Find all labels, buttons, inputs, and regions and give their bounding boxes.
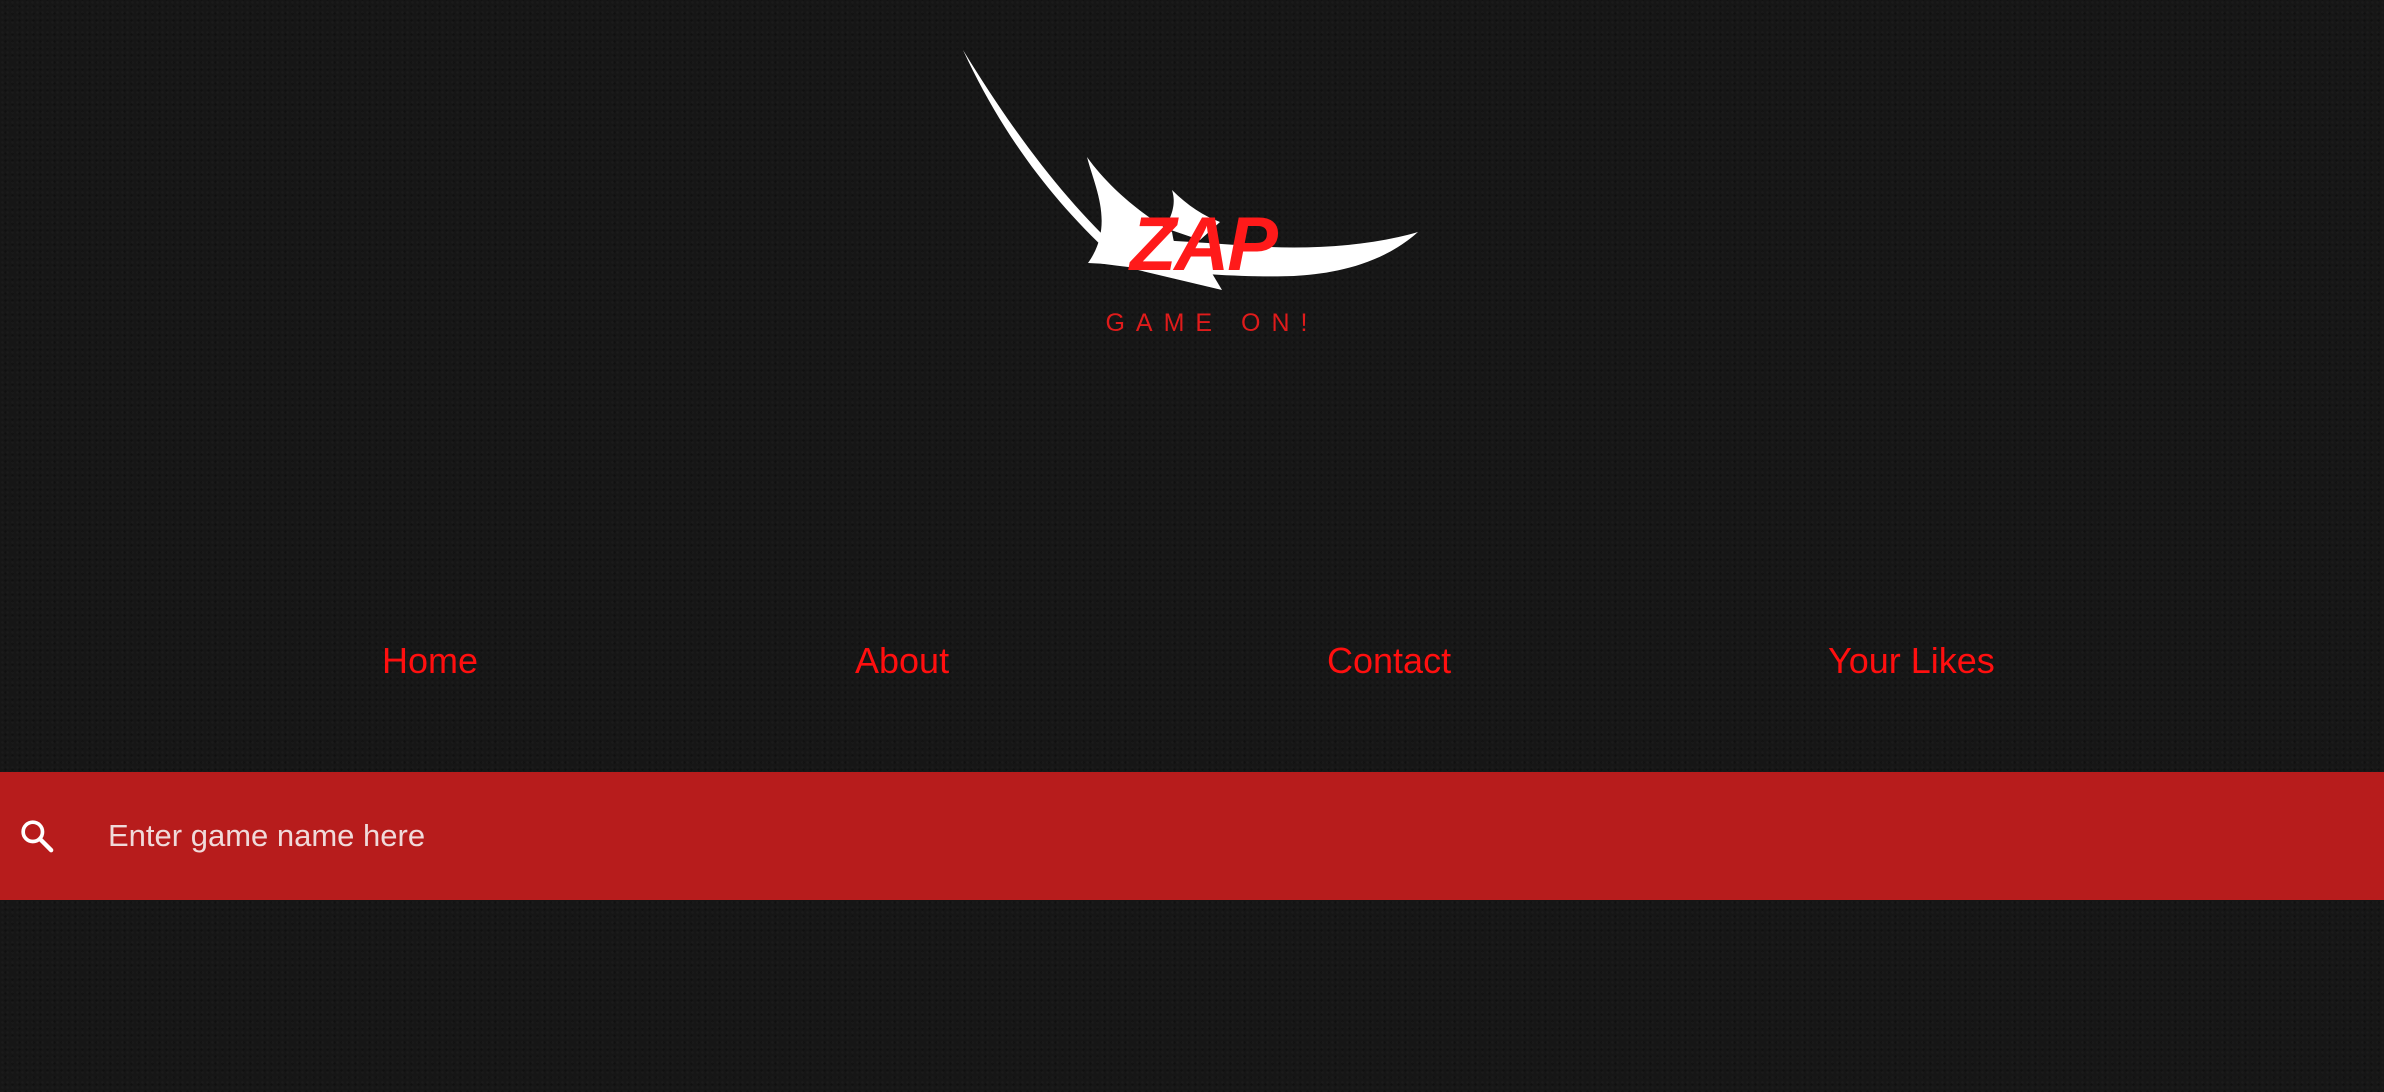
search-icon-graphic xyxy=(21,820,54,853)
zap-logo-graphic: ZAP xyxy=(963,50,1418,290)
nav-link-home[interactable]: Home xyxy=(382,640,478,682)
nav-link-your-likes[interactable]: Your Likes xyxy=(1828,640,1995,682)
nav-link-contact[interactable]: Contact xyxy=(1327,640,1451,682)
search-input[interactable] xyxy=(108,806,2348,866)
logo-tagline: GAME ON! xyxy=(1105,309,1319,337)
search-bar xyxy=(0,772,2384,900)
logo-wordmark: ZAP xyxy=(1128,202,1278,287)
nav-link-about[interactable]: About xyxy=(855,640,949,682)
zap-logo[interactable]: ZAP xyxy=(940,40,1440,350)
main-nav: Home About Contact Your Likes xyxy=(0,640,2384,690)
search-icon[interactable] xyxy=(17,816,57,856)
